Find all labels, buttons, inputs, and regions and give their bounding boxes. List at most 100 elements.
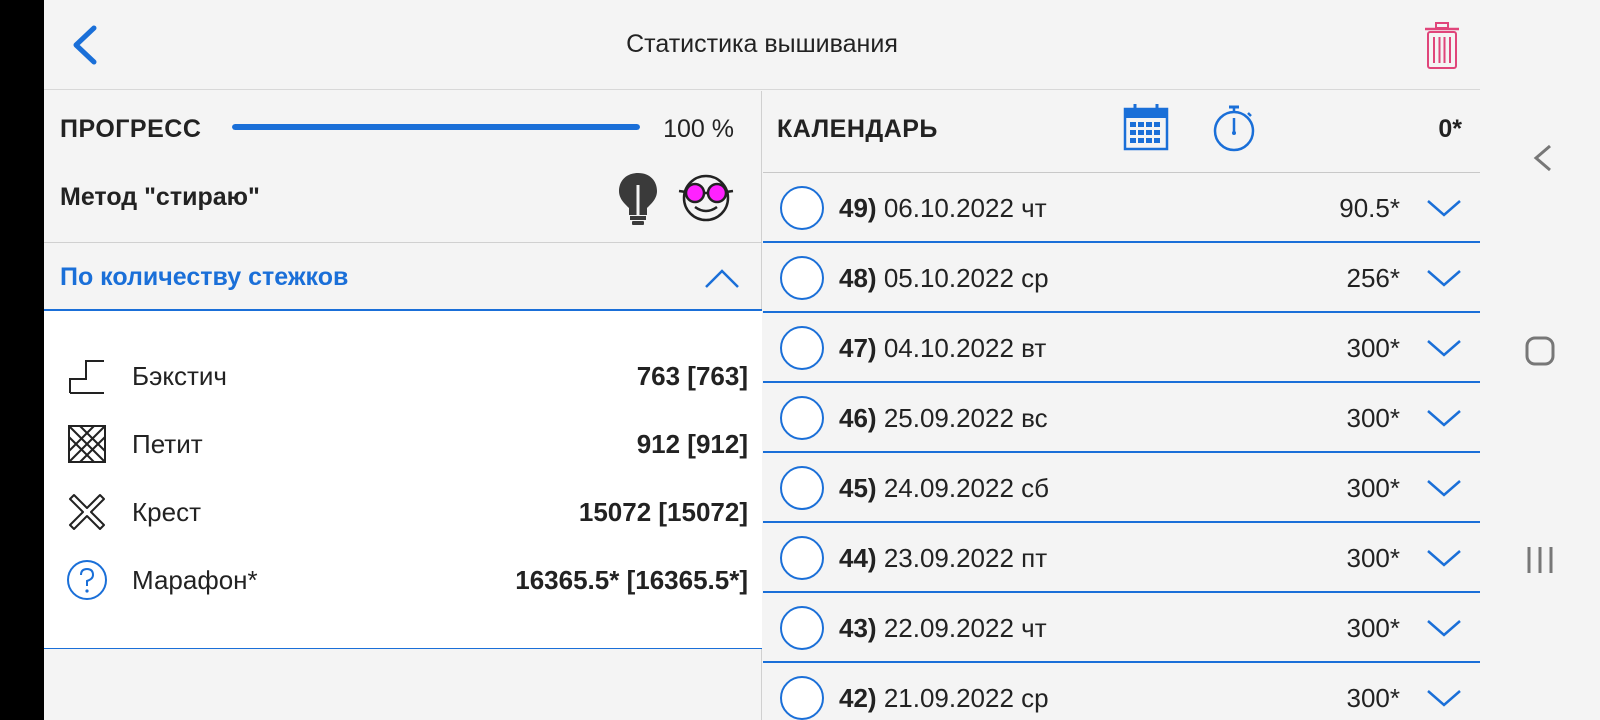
day-label: 44) 23.09.2022 пт: [839, 543, 1047, 574]
day-radio[interactable]: [780, 396, 824, 440]
day-radio[interactable]: [780, 606, 824, 650]
backstitch-icon: [69, 360, 104, 394]
stats-pane: ПРОГРЕСС 100 % Метод "стираю" По количес…: [44, 91, 762, 720]
calendar-day-row[interactable]: 48) 05.10.2022 ср 256*: [763, 243, 1480, 313]
calendar-day-row[interactable]: 49) 06.10.2022 чт 90.5*: [763, 173, 1480, 243]
chevron-up-icon: [705, 269, 739, 288]
day-radio[interactable]: [780, 186, 824, 230]
day-value: 300*: [1346, 683, 1401, 713]
day-label: 43) 22.09.2022 чт: [839, 613, 1047, 644]
stitch-value: 912 [912]: [636, 429, 748, 459]
stitch-count-section-header[interactable]: По количеству стежков: [44, 243, 762, 311]
progress-row: ПРОГРЕСС 100 %: [44, 91, 762, 163]
day-value: 256*: [1346, 263, 1401, 293]
petit-icon: [68, 425, 106, 463]
day-number: 49): [839, 193, 877, 223]
day-value: 300*: [1346, 543, 1401, 573]
stitch-value: 763 [763]: [636, 361, 748, 391]
list-item: Крест 15072 [15072]: [44, 477, 762, 545]
question-icon: [67, 560, 107, 600]
calendar-button[interactable]: [1123, 103, 1169, 151]
stitch-name: Марафон*: [132, 565, 258, 595]
calendar-day-row[interactable]: 43) 22.09.2022 чт 300*: [763, 593, 1480, 663]
stitch-value: 16365.5* [16365.5*]: [515, 565, 748, 595]
day-date: 23.09.2022 пт: [883, 543, 1048, 573]
day-label: 46) 25.09.2022 вс: [839, 403, 1048, 434]
day-list: 49) 06.10.2022 чт 90.5* 48) 05.10.2022 ср 2…: [763, 173, 1480, 720]
view-mode-button[interactable]: [677, 173, 735, 223]
progress-label: ПРОГРЕСС: [60, 115, 202, 143]
system-home-button[interactable]: [1510, 322, 1570, 382]
day-date: 05.10.2022 ср: [883, 263, 1049, 293]
day-label: 48) 05.10.2022 ср: [839, 263, 1049, 294]
system-recents-button[interactable]: [1510, 530, 1570, 590]
stitch-name: Бэкстич: [132, 361, 227, 391]
top-app-bar: Статистика вышивания: [44, 0, 1480, 90]
stitch-count-list: Бэкстич 763 [763] Петит 912 [912] Крест …: [44, 311, 762, 649]
chevron-down-icon[interactable]: [1426, 685, 1462, 711]
day-radio[interactable]: [780, 536, 824, 580]
page-title: Статистика вышивания: [626, 30, 898, 58]
day-date: 24.09.2022 сб: [883, 473, 1050, 503]
calendar-pane: КАЛЕНДАРЬ 0* 49) 06.10.2022 чт 90.5* 48)…: [763, 91, 1480, 720]
chevron-down-icon[interactable]: [1426, 405, 1462, 431]
day-date: 25.09.2022 вс: [883, 403, 1048, 433]
stopwatch-icon: [1213, 105, 1255, 152]
day-date: 22.09.2022 чт: [883, 613, 1047, 643]
progress-value: 100 %: [663, 115, 734, 143]
chevron-down-icon[interactable]: [1426, 335, 1462, 361]
method-row: Метод "стираю": [44, 163, 762, 243]
day-radio[interactable]: [780, 326, 824, 370]
calendar-day-row[interactable]: 42) 21.09.2022 ср 300*: [763, 663, 1480, 720]
app-window: Статистика вышивания ПРОГРЕСС 100 % Мето…: [44, 0, 1480, 720]
stitch-name: Крест: [132, 497, 201, 527]
day-number: 43): [839, 613, 877, 643]
day-date: 21.09.2022 ср: [883, 683, 1049, 713]
chevron-down-icon[interactable]: [1426, 545, 1462, 571]
list-item: Петит 912 [912]: [44, 409, 762, 477]
delete-button[interactable]: [1424, 22, 1460, 70]
day-radio[interactable]: [780, 256, 824, 300]
list-item: Марафон* 16365.5* [16365.5*]: [44, 545, 762, 613]
stitch-value: 15072 [15072]: [578, 497, 748, 527]
day-number: 47): [839, 333, 877, 363]
calendar-day-row[interactable]: 45) 24.09.2022 сб 300*: [763, 453, 1480, 523]
calendar-header: КАЛЕНДАРЬ 0*: [763, 91, 1480, 173]
stopwatch-button[interactable]: [1211, 103, 1257, 153]
calendar-day-row[interactable]: 46) 25.09.2022 вс 300*: [763, 383, 1480, 453]
day-number: 48): [839, 263, 877, 293]
system-back-button[interactable]: [1510, 128, 1570, 188]
section-title: По количеству стежков: [60, 263, 349, 291]
day-number: 45): [839, 473, 877, 503]
day-value: 300*: [1346, 613, 1401, 643]
calendar-day-row[interactable]: 47) 04.10.2022 вт 300*: [763, 313, 1480, 383]
nav-back-icon: [1533, 144, 1551, 172]
day-value: 90.5*: [1339, 193, 1400, 223]
day-date: 04.10.2022 вт: [883, 333, 1047, 363]
chevron-down-icon[interactable]: [1426, 195, 1462, 221]
day-label: 45) 24.09.2022 сб: [839, 473, 1049, 504]
chevron-down-icon[interactable]: [1426, 265, 1462, 291]
day-value: 300*: [1346, 403, 1401, 433]
method-label: Метод "стираю": [60, 183, 260, 211]
chevron-down-icon[interactable]: [1426, 615, 1462, 641]
progress-bar: [232, 124, 640, 130]
day-label: 42) 21.09.2022 ср: [839, 683, 1049, 714]
day-label: 49) 06.10.2022 чт: [839, 193, 1047, 224]
day-label: 47) 04.10.2022 вт: [839, 333, 1046, 364]
nav-recents-icon: [1527, 547, 1553, 573]
calendar-title: КАЛЕНДАРЬ: [777, 115, 938, 143]
day-value: 300*: [1346, 473, 1401, 503]
trash-icon: [1425, 22, 1459, 69]
day-date: 06.10.2022 чт: [883, 193, 1047, 223]
calendar-day-row[interactable]: 44) 23.09.2022 пт 300*: [763, 523, 1480, 593]
day-value: 300*: [1346, 333, 1401, 363]
chevron-down-icon[interactable]: [1426, 475, 1462, 501]
hint-button[interactable]: [616, 171, 660, 227]
day-radio[interactable]: [780, 676, 824, 720]
day-radio[interactable]: [780, 466, 824, 510]
day-number: 46): [839, 403, 877, 433]
glasses-face-icon: [678, 174, 734, 222]
day-number: 42): [839, 683, 877, 713]
stitch-name: Петит: [132, 429, 203, 459]
